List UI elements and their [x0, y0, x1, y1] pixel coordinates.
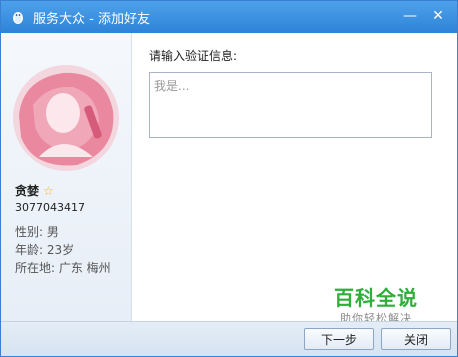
penguin-icon — [9, 8, 27, 26]
verification-prompt: 请输入验证信息: — [149, 49, 238, 63]
close-button[interactable]: 关闭 — [381, 328, 451, 350]
window-title: 服务大众 - 添加好友 — [33, 11, 150, 27]
age-info: 年龄: 23岁 — [15, 243, 75, 257]
minimize-button[interactable]: — — [399, 7, 421, 25]
profile-panel: 贪婪 ☆ 3077043417 性别: 男 年龄: 23岁 所在地: 广东 梅州 — [1, 33, 132, 323]
next-button[interactable]: 下一步 — [304, 328, 374, 350]
avatar — [13, 65, 119, 171]
user-name: 贪婪 — [15, 184, 40, 198]
gender-info: 性别: 男 — [15, 225, 59, 239]
star-icon: ☆ — [43, 183, 54, 198]
user-name-row: 贪婪 ☆ — [15, 182, 54, 199]
watermark-title: 百科全说 — [334, 286, 418, 310]
location-info: 所在地: 广东 梅州 — [15, 261, 111, 275]
button-bar: 下一步 关闭 — [1, 321, 457, 356]
verification-message-input[interactable] — [149, 72, 432, 138]
add-friend-window: 服务大众 - 添加好友 — ✕ 贪婪 ☆ 3077043417 性别: 男 年龄… — [0, 0, 458, 357]
user-id: 3077043417 — [15, 201, 85, 214]
close-window-button[interactable]: ✕ — [427, 7, 449, 25]
title-bar[interactable]: 服务大众 - 添加好友 — ✕ — [1, 1, 457, 33]
